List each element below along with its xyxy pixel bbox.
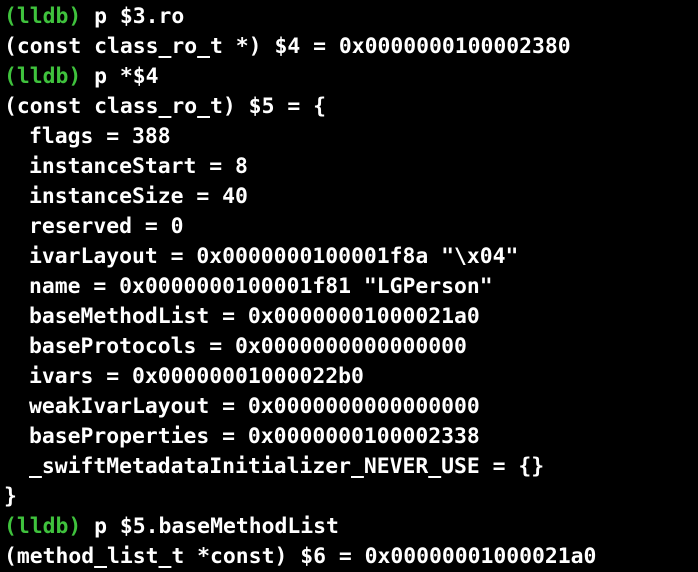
output-line: (const class_ro_t) $5 = { bbox=[4, 94, 326, 119]
struct-field-line: _swiftMetadataInitializer_NEVER_USE = {} bbox=[29, 454, 545, 479]
struct-field-line: baseMethodList = 0x00000001000021a0 bbox=[29, 304, 480, 329]
struct-field-line: baseProperties = 0x0000000100002338 bbox=[29, 424, 480, 449]
lldb-prompt: (lldb) bbox=[4, 514, 82, 539]
command-text: p $5.baseMethodList bbox=[81, 514, 339, 539]
struct-field-line: flags = 388 bbox=[29, 124, 171, 149]
struct-field-line: ivars = 0x00000001000022b0 bbox=[29, 364, 364, 389]
struct-field-line: reserved = 0 bbox=[29, 214, 184, 239]
prompt-line: (lldb) p $5.baseMethodList bbox=[4, 512, 698, 542]
command-text: p $3.ro bbox=[81, 4, 185, 29]
struct-field-line: instanceSize = 40 bbox=[29, 184, 248, 209]
output-line: (method_list_t *const) $6 = 0x0000000100… bbox=[4, 544, 597, 569]
prompt-line: (lldb) p *$4 bbox=[4, 62, 698, 92]
prompt-line: (lldb) p $3.ro bbox=[4, 2, 698, 32]
command-text: p *$4 bbox=[81, 64, 159, 89]
lldb-prompt: (lldb) bbox=[4, 4, 82, 29]
lldb-prompt: (lldb) bbox=[4, 64, 82, 89]
terminal-window[interactable]: (lldb) p $3.ro (const class_ro_t *) $4 =… bbox=[0, 0, 698, 572]
struct-field-line: weakIvarLayout = 0x0000000000000000 bbox=[29, 394, 480, 419]
output-line: (const class_ro_t *) $4 = 0x000000010000… bbox=[4, 34, 571, 59]
output-line: } bbox=[4, 484, 17, 509]
struct-field-line: ivarLayout = 0x0000000100001f8a "\x04" bbox=[29, 244, 519, 269]
struct-field-line: name = 0x0000000100001f81 "LGPerson" bbox=[29, 274, 493, 299]
struct-field-line: instanceStart = 8 bbox=[29, 154, 248, 179]
struct-field-line: baseProtocols = 0x0000000000000000 bbox=[29, 334, 467, 359]
